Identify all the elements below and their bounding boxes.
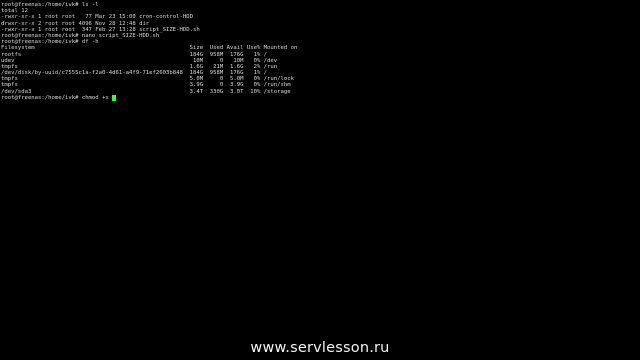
text-cursor [112, 94, 116, 101]
prompt-text: root@freenas:/home/ivk# chmod +x [1, 94, 113, 101]
command-input-line[interactable]: root@freenas:/home/ivk# chmod +x [0, 94, 640, 101]
watermark-text: www.servlesson.ru [250, 340, 390, 356]
terminal-window[interactable]: root@freenas:/home/ivk# ls -l total 12 -… [0, 2, 640, 302]
